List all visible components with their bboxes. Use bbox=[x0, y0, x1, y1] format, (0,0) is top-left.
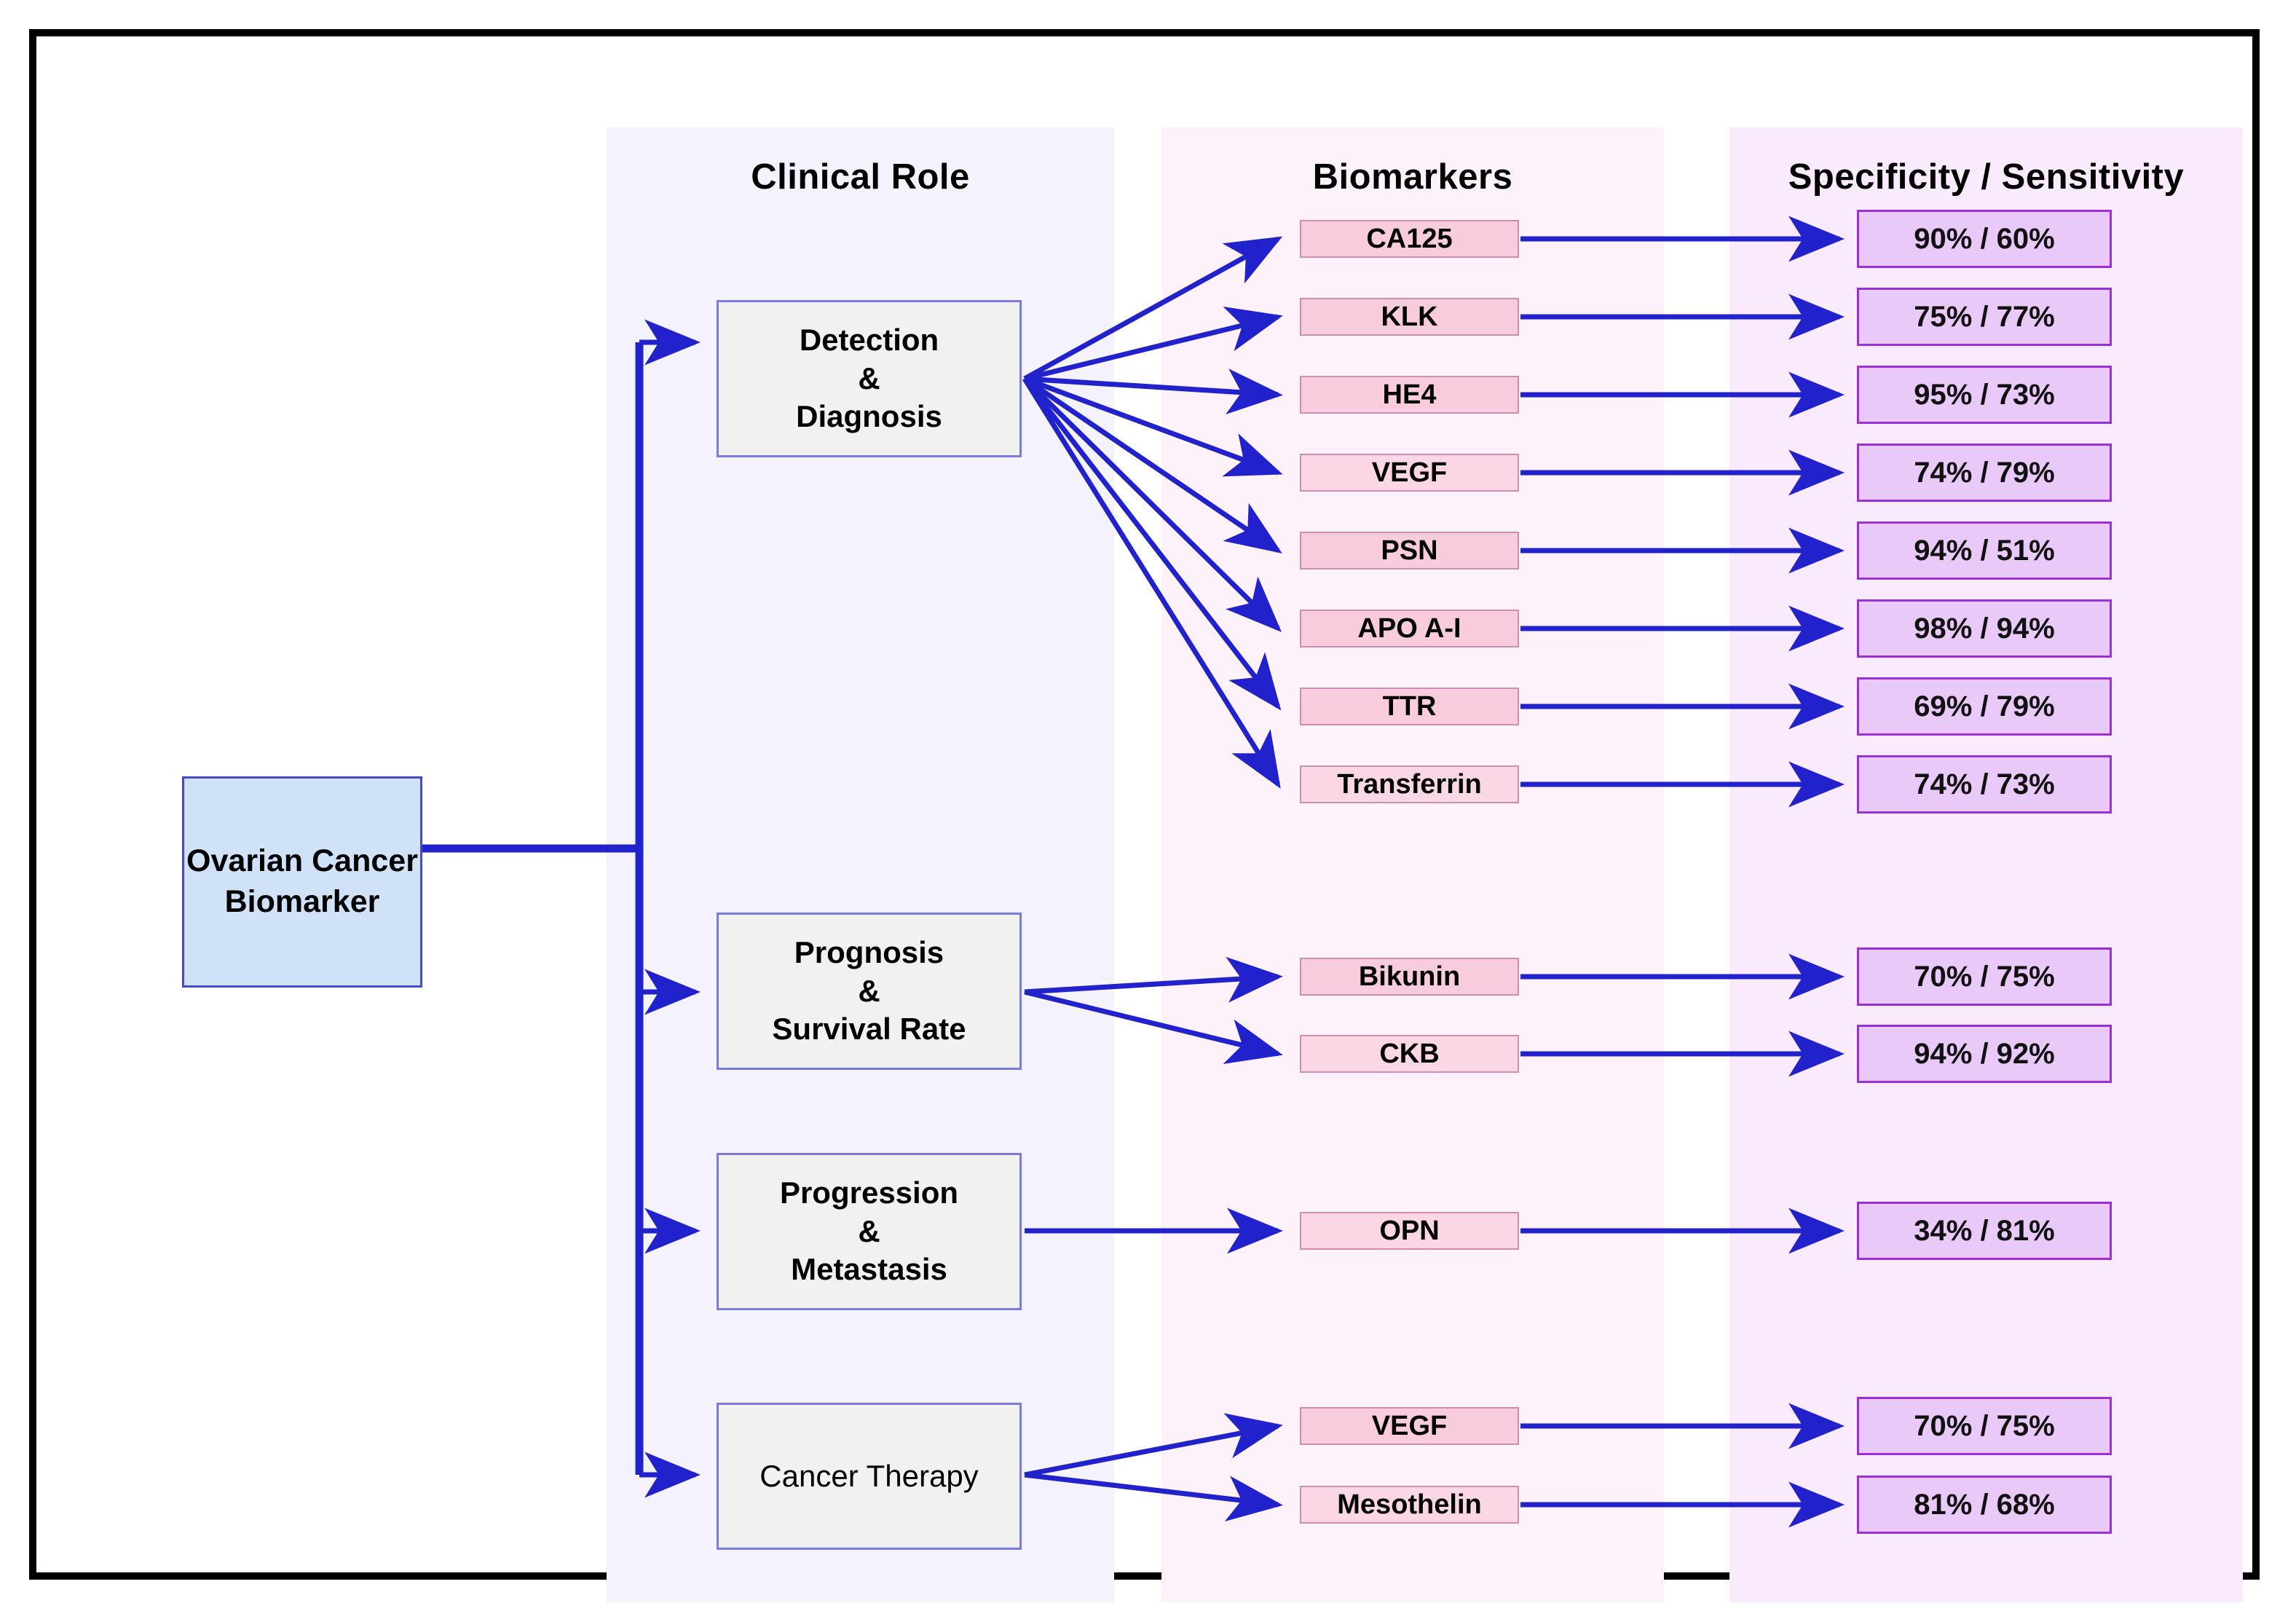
role-label-line2: & bbox=[858, 973, 880, 1008]
biomarker-node-vegf-detection[interactable]: VEGF bbox=[1300, 454, 1519, 492]
metric-node-psn[interactable]: 94% / 51% bbox=[1857, 521, 2112, 580]
role-label-line2: & bbox=[858, 361, 880, 395]
metric-node-ttr[interactable]: 69% / 79% bbox=[1857, 677, 2112, 736]
biomarker-node-psn[interactable]: PSN bbox=[1300, 532, 1519, 570]
role-node-progression-metastasis[interactable]: Progression & Metastasis bbox=[717, 1153, 1022, 1310]
diagram-canvas: Clinical Role Biomarkers Specificity / S… bbox=[0, 0, 2296, 1619]
biomarker-node-ca125[interactable]: CA125 bbox=[1300, 220, 1519, 258]
role-label-line2: & bbox=[858, 1213, 880, 1248]
metric-node-vegf-therapy[interactable]: 70% / 75% bbox=[1857, 1397, 2112, 1455]
role-label-line1: Detection bbox=[799, 322, 939, 357]
metric-node-apo-a-i[interactable]: 98% / 94% bbox=[1857, 599, 2112, 658]
metric-node-opn[interactable]: 34% / 81% bbox=[1857, 1202, 2112, 1260]
metric-node-mesothelin[interactable]: 81% / 68% bbox=[1857, 1476, 2112, 1534]
role-label-line3: Metastasis bbox=[791, 1252, 947, 1287]
column-band-metrics bbox=[1729, 127, 2243, 1602]
metric-node-he4[interactable]: 95% / 73% bbox=[1857, 366, 2112, 424]
biomarker-node-apo-a-i[interactable]: APO A-I bbox=[1300, 610, 1519, 647]
metric-node-klk[interactable]: 75% / 77% bbox=[1857, 288, 2112, 346]
role-node-detection-diagnosis[interactable]: Detection & Diagnosis bbox=[717, 300, 1022, 457]
role-label-line1: Cancer Therapy bbox=[760, 1458, 979, 1493]
metric-node-bikunin[interactable]: 70% / 75% bbox=[1857, 948, 2112, 1006]
outer-frame: Clinical Role Biomarkers Specificity / S… bbox=[29, 29, 2260, 1602]
role-label-line1: Progression bbox=[779, 1175, 959, 1210]
role-node-cancer-therapy[interactable]: Cancer Therapy bbox=[717, 1403, 1022, 1550]
role-label-line3: Survival Rate bbox=[772, 1012, 966, 1047]
biomarker-node-ckb[interactable]: CKB bbox=[1300, 1035, 1519, 1073]
biomarker-node-mesothelin[interactable]: Mesothelin bbox=[1300, 1486, 1519, 1524]
column-band-biomarkers bbox=[1161, 127, 1664, 1602]
metric-node-ckb[interactable]: 94% / 92% bbox=[1857, 1025, 2112, 1083]
role-label-line3: Diagnosis bbox=[796, 399, 942, 434]
biomarker-node-vegf-therapy[interactable]: VEGF bbox=[1300, 1407, 1519, 1445]
role-label-line1: Prognosis bbox=[794, 934, 944, 969]
root-node-label-line2: Biomarker bbox=[224, 884, 380, 919]
biomarker-node-klk[interactable]: KLK bbox=[1300, 298, 1519, 336]
biomarker-node-bikunin[interactable]: Bikunin bbox=[1300, 958, 1519, 996]
biomarker-node-transferrin[interactable]: Transferrin bbox=[1300, 765, 1519, 803]
metric-node-transferrin[interactable]: 74% / 73% bbox=[1857, 755, 2112, 814]
biomarker-node-he4[interactable]: HE4 bbox=[1300, 376, 1519, 414]
root-node-label-line1: Ovarian Cancer bbox=[186, 843, 418, 879]
column-header-metrics: Specificity / Sensitivity bbox=[1788, 157, 2185, 197]
metric-node-vegf-detection[interactable]: 74% / 79% bbox=[1857, 444, 2112, 502]
column-header-clinical-role: Clinical Role bbox=[751, 157, 970, 197]
biomarker-node-ttr[interactable]: TTR bbox=[1300, 688, 1519, 725]
biomarker-node-opn[interactable]: OPN bbox=[1300, 1212, 1519, 1250]
metric-node-ca125[interactable]: 90% / 60% bbox=[1857, 210, 2112, 268]
column-header-biomarkers: Biomarkers bbox=[1312, 157, 1513, 197]
root-node-ovarian-cancer-biomarker[interactable]: Ovarian Cancer Biomarker bbox=[182, 776, 422, 988]
role-node-prognosis-survival-rate[interactable]: Prognosis & Survival Rate bbox=[717, 913, 1022, 1070]
